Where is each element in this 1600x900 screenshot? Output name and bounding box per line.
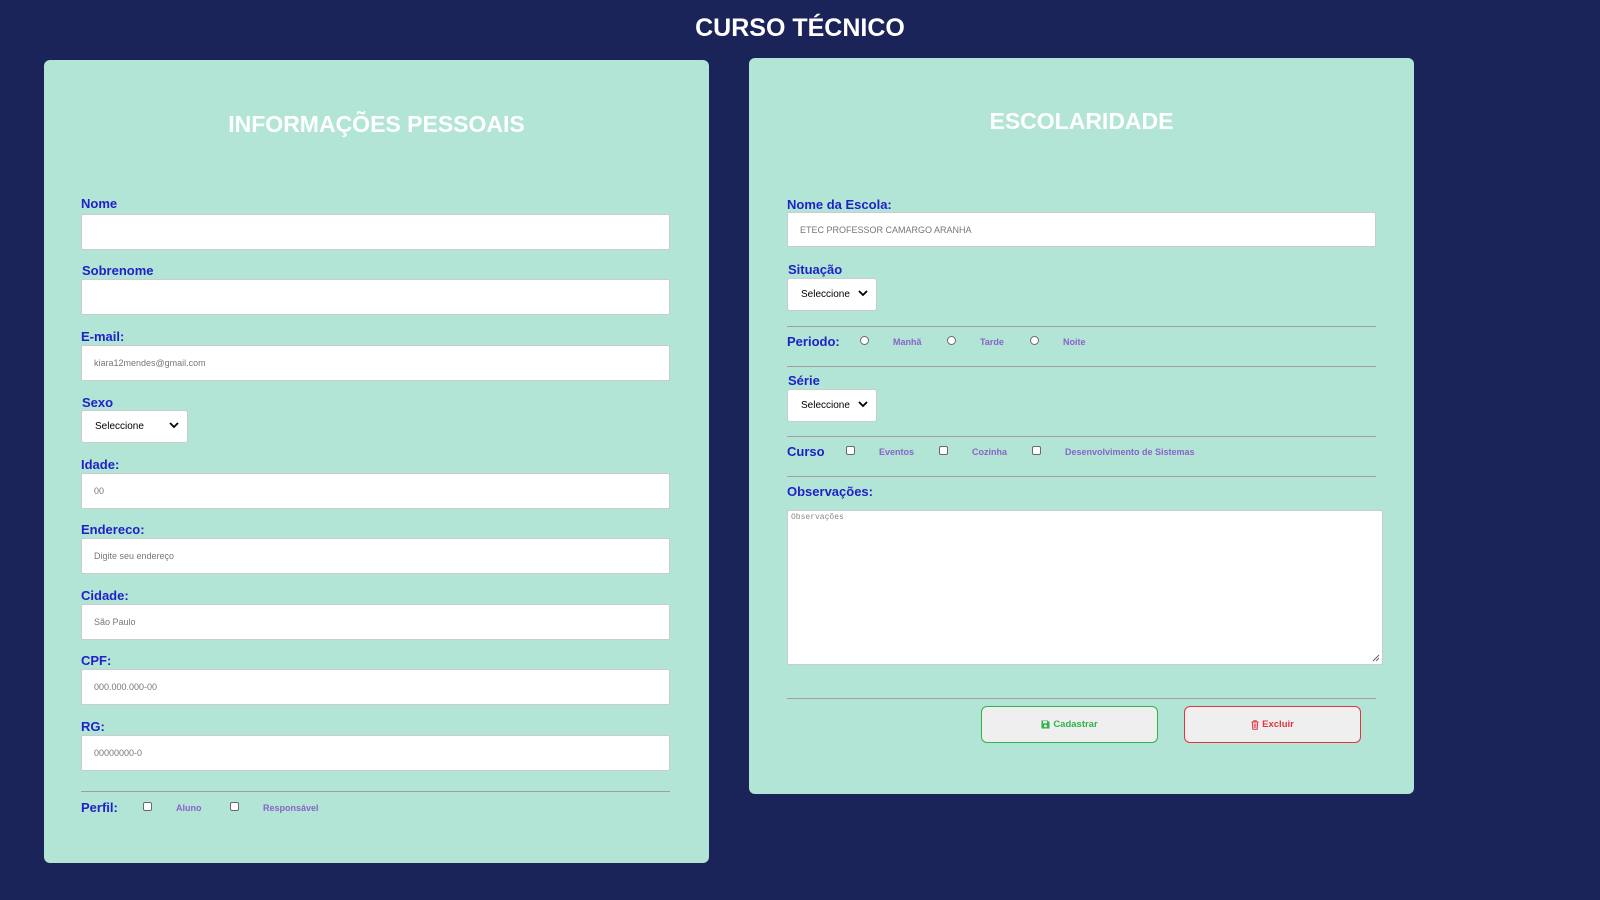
serie-label: Série <box>788 373 820 388</box>
page-title: CURSO TÉCNICO <box>695 14 905 42</box>
idade-label: Idade: <box>81 457 120 472</box>
curso-cozinha-label: Cozinha <box>972 447 1007 457</box>
divider <box>787 366 1376 367</box>
curso-label: Curso <box>787 444 825 459</box>
periodo-noite-radio[interactable] <box>1030 336 1039 345</box>
observacoes-label: Observações: <box>787 484 873 499</box>
observacoes-textarea[interactable] <box>787 510 1383 665</box>
email-label: E-mail: <box>81 329 125 344</box>
schooling-panel: ESCOLARIDADE Nome da Escola: Situação Se… <box>749 58 1414 794</box>
chevron-down-icon <box>169 421 179 432</box>
personal-info-panel: INFORMAÇÕES PESSOAIS Nome Sobrenome E-ma… <box>44 60 709 863</box>
endereco-label: Endereco: <box>81 522 145 537</box>
sexo-label: Sexo <box>82 395 114 410</box>
curso-desenvolvimento-checkbox[interactable] <box>1032 446 1041 455</box>
perfil-label: Perfil: <box>81 800 118 815</box>
serie-select[interactable]: Seleccione <box>787 389 877 422</box>
chevron-down-icon <box>858 289 868 300</box>
rg-input[interactable] <box>81 735 670 771</box>
periodo-tarde-radio[interactable] <box>947 336 956 345</box>
situacao-select-value: Seleccione <box>801 289 850 300</box>
excluir-button[interactable]: Excluir <box>1184 706 1361 743</box>
curso-cozinha-checkbox[interactable] <box>939 446 948 455</box>
divider <box>787 698 1376 699</box>
perfil-responsavel-label: Responsável <box>263 803 319 813</box>
cadastrar-button[interactable]: Cadastrar <box>981 706 1158 743</box>
resize-grip-icon[interactable] <box>1371 653 1380 662</box>
rg-label: RG: <box>81 719 105 734</box>
perfil-aluno-label: Aluno <box>176 803 202 813</box>
escola-input[interactable] <box>787 212 1376 247</box>
endereco-input[interactable] <box>81 538 670 574</box>
personal-info-title: INFORMAÇÕES PESSOAIS <box>228 111 525 137</box>
cadastrar-label: Cadastrar <box>1053 719 1098 730</box>
divider <box>787 476 1376 477</box>
escola-label: Nome da Escola: <box>787 197 892 212</box>
cidade-label: Cidade: <box>81 588 129 603</box>
periodo-noite-label: Noite <box>1063 337 1086 347</box>
periodo-label: Periodo: <box>787 334 840 349</box>
cidade-input[interactable] <box>81 604 670 640</box>
periodo-tarde-label: Tarde <box>980 337 1004 347</box>
curso-eventos-label: Eventos <box>879 447 915 457</box>
divider <box>787 326 1376 327</box>
email-input[interactable] <box>81 345 670 381</box>
chevron-down-icon <box>858 400 868 411</box>
perfil-responsavel-checkbox[interactable] <box>230 802 239 811</box>
nome-label: Nome <box>81 196 118 211</box>
cpf-input[interactable] <box>81 669 670 705</box>
periodo-manha-radio[interactable] <box>860 336 869 345</box>
sobrenome-input[interactable] <box>81 279 670 315</box>
sexo-select[interactable]: Seleccione <box>81 410 188 443</box>
situacao-select[interactable]: Seleccione <box>787 278 877 311</box>
curso-eventos-checkbox[interactable] <box>846 446 855 455</box>
trash-icon <box>1251 719 1259 730</box>
idade-input[interactable] <box>81 473 670 509</box>
serie-select-value: Seleccione <box>801 400 850 411</box>
nome-input[interactable] <box>81 214 670 250</box>
divider <box>787 436 1376 437</box>
sexo-select-value: Seleccione <box>95 421 144 432</box>
cpf-label: CPF: <box>81 653 112 668</box>
save-icon <box>1041 720 1050 729</box>
schooling-title: ESCOLARIDADE <box>989 108 1174 134</box>
perfil-aluno-checkbox[interactable] <box>143 802 152 811</box>
curso-desenvolvimento-label: Desenvolvimento de Sistemas <box>1065 447 1195 457</box>
situacao-label: Situação <box>788 262 843 277</box>
divider <box>81 791 670 792</box>
periodo-manha-label: Manhã <box>893 337 922 347</box>
excluir-label: Excluir <box>1262 719 1294 730</box>
sobrenome-label: Sobrenome <box>82 263 154 278</box>
